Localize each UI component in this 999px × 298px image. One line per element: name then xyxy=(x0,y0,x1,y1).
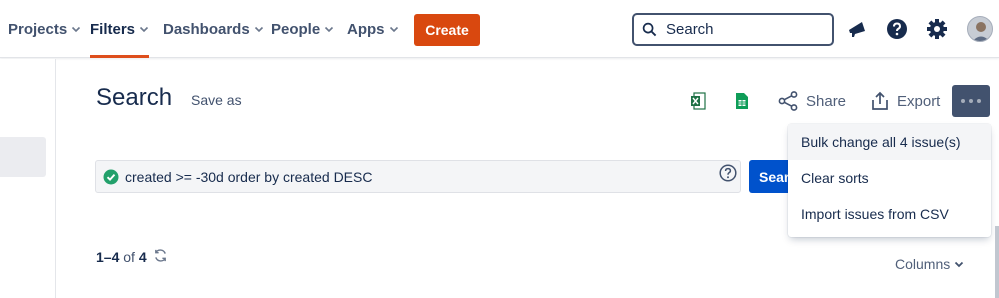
megaphone-icon xyxy=(849,22,865,37)
global-search-input[interactable]: Search xyxy=(632,13,834,46)
excel-export-icon[interactable] xyxy=(690,92,706,110)
chevron-down-icon xyxy=(325,26,334,33)
left-sidebar xyxy=(0,59,56,298)
nav-projects-label: Projects xyxy=(8,20,68,38)
valid-query-check-icon xyxy=(103,169,119,184)
nav-dashboards[interactable]: Dashboards xyxy=(163,0,264,58)
share-icon xyxy=(778,91,798,111)
nav-people[interactable]: People xyxy=(271,0,334,58)
menu-item-import-csv[interactable]: Import issues from CSV xyxy=(788,196,991,232)
chevron-down-icon xyxy=(72,26,81,33)
menu-item-bulk-change[interactable]: Bulk change all 4 issue(s) xyxy=(788,124,991,160)
jql-query-text: created >= -30d order by created DESC xyxy=(125,168,373,185)
share-label: Share xyxy=(806,92,847,110)
more-actions-menu: Bulk change all 4 issue(s) Clear sorts I… xyxy=(788,124,991,237)
nav-people-label: People xyxy=(271,20,321,38)
nav-dashboards-label: Dashboards xyxy=(163,20,250,38)
sidebar-selected-item[interactable] xyxy=(0,137,46,177)
more-dot xyxy=(977,99,981,103)
export-label: Export xyxy=(897,92,941,110)
chevron-down-icon xyxy=(389,26,398,33)
result-total: 4 xyxy=(138,249,147,265)
nav-filters[interactable]: Filters xyxy=(90,0,150,58)
menu-item-clear-sorts[interactable]: Clear sorts xyxy=(788,160,991,196)
notifications-button[interactable] xyxy=(845,17,869,41)
export-icon xyxy=(872,91,888,110)
columns-label: Columns xyxy=(895,256,951,272)
nav-filters-label: Filters xyxy=(90,20,136,38)
help-icon xyxy=(887,19,907,39)
share-button[interactable]: Share xyxy=(778,90,846,112)
nav-projects[interactable]: Projects xyxy=(8,0,81,58)
page-title: Search xyxy=(96,84,173,111)
result-range: 1–4 xyxy=(96,249,120,265)
nav-apps[interactable]: Apps xyxy=(347,0,399,58)
gear-icon xyxy=(927,19,947,39)
help-button[interactable] xyxy=(885,17,909,41)
export-button[interactable]: Export xyxy=(871,90,940,112)
settings-button[interactable] xyxy=(925,17,949,41)
result-count: 1–4 of 4 xyxy=(96,249,147,265)
chevron-down-icon xyxy=(955,261,964,268)
jql-query-input[interactable]: created >= -30d order by created DESC xyxy=(95,160,741,193)
nav-apps-label: Apps xyxy=(347,20,385,38)
google-sheets-icon[interactable] xyxy=(734,92,750,110)
more-dot xyxy=(969,99,973,103)
more-actions-button[interactable] xyxy=(952,85,990,117)
top-navigation: Projects Filters Dashboards People Apps … xyxy=(0,0,999,58)
scrollbar[interactable] xyxy=(995,226,999,298)
search-icon xyxy=(642,22,657,37)
user-avatar[interactable] xyxy=(967,16,993,42)
chevron-down-icon xyxy=(254,26,263,33)
columns-button[interactable]: Columns xyxy=(895,256,964,272)
result-of: of xyxy=(123,249,135,265)
user-avatar-icon xyxy=(972,22,990,41)
search-placeholder: Search xyxy=(666,21,714,38)
chevron-down-icon xyxy=(139,26,149,33)
jql-help-icon[interactable] xyxy=(719,164,737,182)
more-dot xyxy=(961,99,965,103)
refresh-icon[interactable] xyxy=(153,248,168,263)
save-as-link[interactable]: Save as xyxy=(191,92,242,108)
create-button[interactable]: Create xyxy=(414,14,480,46)
